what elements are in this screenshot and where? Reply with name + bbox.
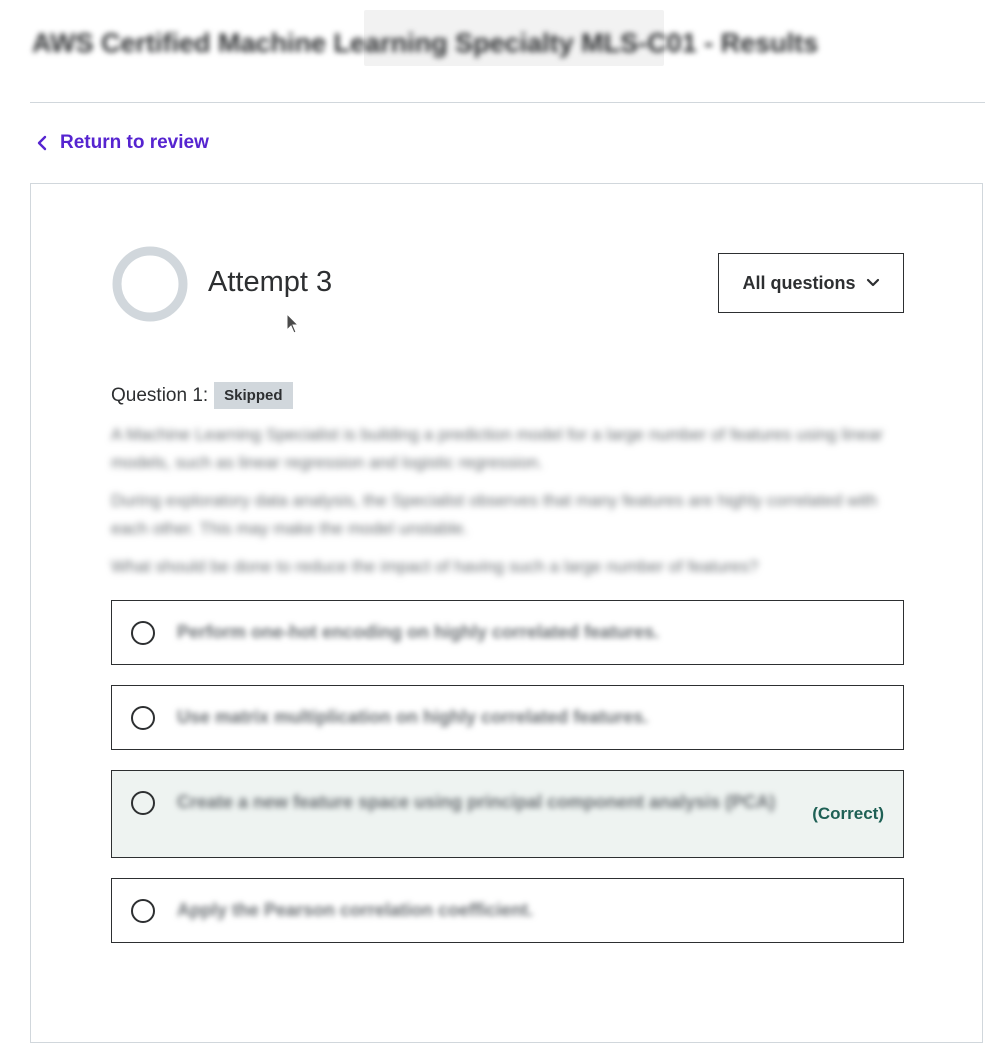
- question-filter-dropdown[interactable]: All questions: [718, 253, 904, 313]
- answer-text: Create a new feature space using princip…: [177, 792, 776, 812]
- radio-button[interactable]: [131, 899, 155, 923]
- answer-option-correct[interactable]: Create a new feature space using princip…: [111, 770, 904, 858]
- chevron-left-icon: [37, 135, 47, 151]
- attempt-title: Attempt 3: [208, 266, 333, 298]
- radio-button[interactable]: [131, 706, 155, 730]
- page-header: AWS Certified Machine Learning Specialty…: [30, 0, 985, 103]
- question-paragraph: What should be done to reduce the impact…: [111, 557, 759, 576]
- course-title: AWS Certified Machine Learning Specialty…: [32, 28, 819, 58]
- filter-label: All questions: [742, 272, 856, 293]
- answer-text: Use matrix multiplication on highly corr…: [177, 707, 649, 727]
- radio-button[interactable]: [131, 791, 155, 815]
- question-paragraph: A Machine Learning Specialist is buildin…: [111, 425, 884, 472]
- radio-button[interactable]: [131, 621, 155, 645]
- return-to-review-link[interactable]: Return to review: [36, 128, 209, 158]
- question-prompt: A Machine Learning Specialist is buildin…: [111, 421, 891, 591]
- question-number-label: Question 1:: [111, 384, 209, 406]
- answer-text: Apply the Pearson correlation coefficien…: [177, 900, 534, 920]
- answer-text: Perform one-hot encoding on highly corre…: [177, 622, 660, 642]
- answer-option[interactable]: Use matrix multiplication on highly corr…: [111, 685, 904, 750]
- chevron-down-icon: [866, 278, 879, 287]
- question-header: Question 1: Skipped: [111, 382, 293, 409]
- return-to-review-label: Return to review: [60, 132, 209, 153]
- results-card: Attempt 3 All questions Question 1: Skip…: [30, 183, 983, 1043]
- score-progress-ring: [112, 246, 188, 322]
- mouse-cursor-icon: [286, 313, 300, 334]
- question-paragraph: During exploratory data analysis, the Sp…: [111, 491, 878, 538]
- correct-tag: (Correct): [812, 804, 884, 823]
- answer-option[interactable]: Perform one-hot encoding on highly corre…: [111, 600, 904, 665]
- answer-option[interactable]: Apply the Pearson correlation coefficien…: [111, 878, 904, 943]
- status-badge: Skipped: [214, 382, 293, 409]
- answer-list: Perform one-hot encoding on highly corre…: [111, 600, 904, 963]
